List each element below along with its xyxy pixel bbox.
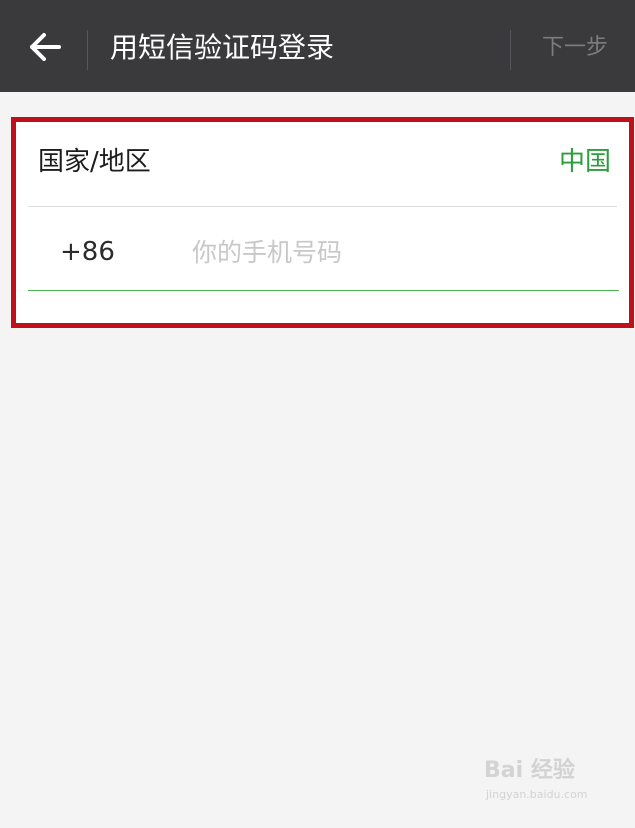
top-navigation-bar: 用短信验证码登录 下一步 xyxy=(0,0,635,92)
watermark-url: jingyan.baidu.com xyxy=(486,788,588,801)
country-code[interactable]: +86 xyxy=(60,234,115,270)
page-title: 用短信验证码登录 xyxy=(110,31,335,64)
header-divider xyxy=(510,30,511,70)
region-selector-row[interactable]: 国家/地区 中国 xyxy=(16,122,629,206)
content-area: 国家/地区 中国 +86 xyxy=(0,92,635,828)
watermark: Bai 经验 jingyan.baidu.com xyxy=(484,758,604,810)
region-value: 中国 xyxy=(558,147,611,177)
next-step-button[interactable]: 下一步 xyxy=(525,28,625,68)
row-divider xyxy=(28,206,617,207)
watermark-brand: Bai 经验 xyxy=(484,758,575,783)
back-button[interactable] xyxy=(14,22,76,72)
input-underline xyxy=(28,290,619,291)
header-divider xyxy=(87,30,88,70)
region-label: 国家/地区 xyxy=(38,147,151,177)
arrow-left-icon xyxy=(30,33,61,61)
highlight-box: 国家/地区 中国 +86 xyxy=(11,117,634,328)
phone-number-input[interactable] xyxy=(192,228,612,276)
